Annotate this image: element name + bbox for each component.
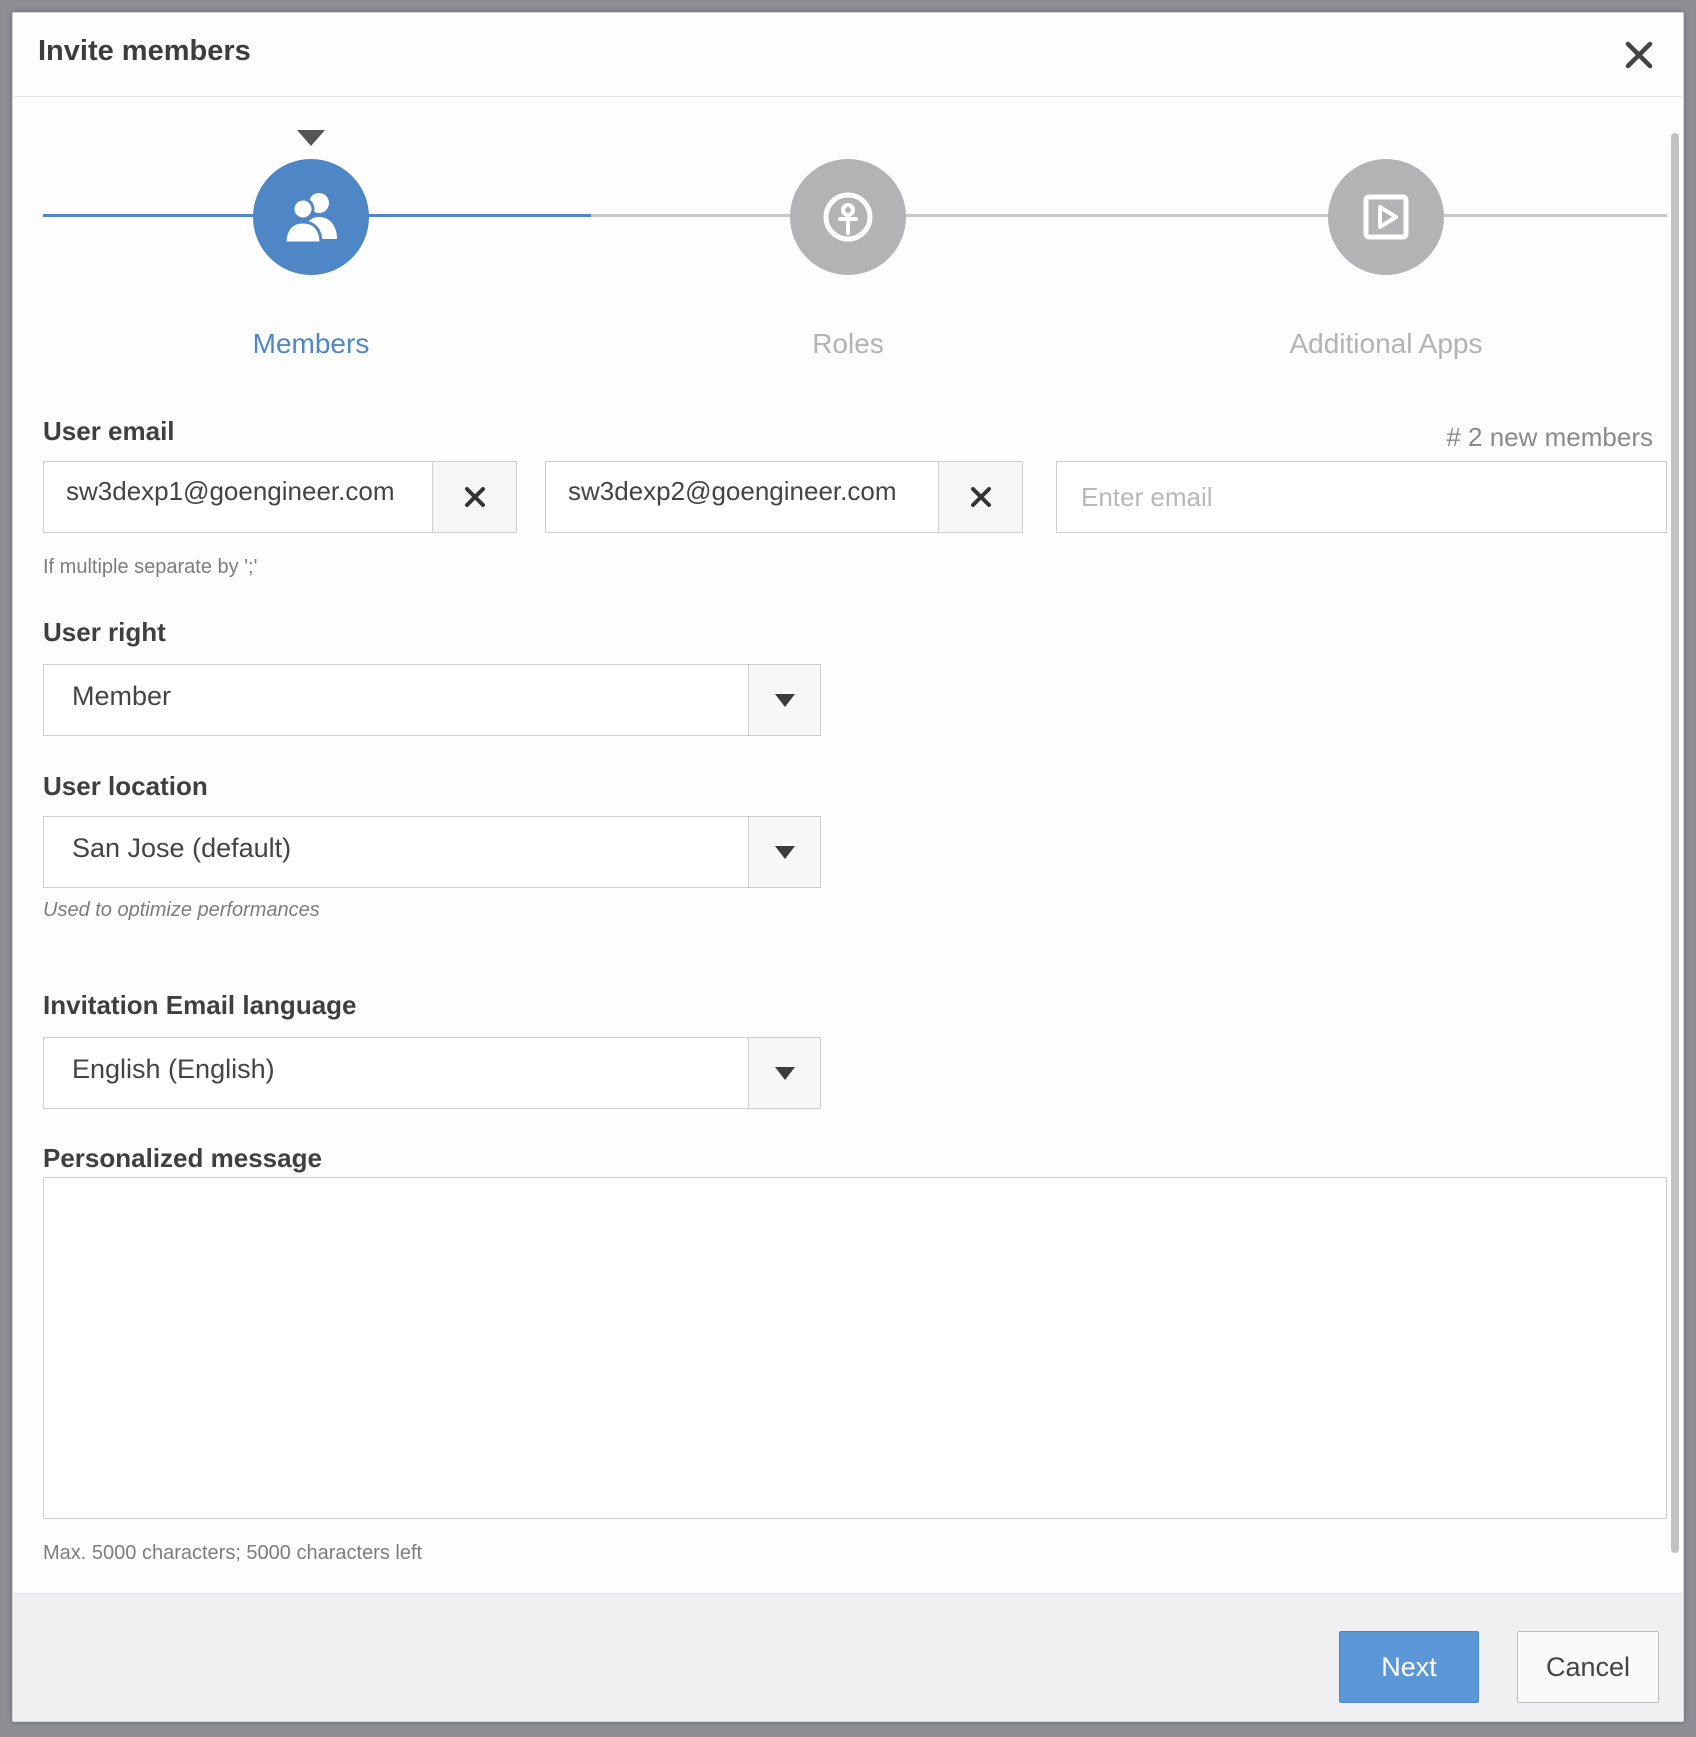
email-chip-text: sw3dexp1@goengineer.com — [66, 476, 395, 506]
user-location-value: San Jose (default) — [72, 833, 292, 863]
user-location-dropdown-toggle[interactable] — [748, 817, 820, 887]
step-label-roles: Roles — [812, 328, 884, 359]
remove-icon — [464, 487, 485, 507]
user-right-value: Member — [72, 681, 172, 711]
message-character-count: Max. 5000 characters; 5000 characters le… — [43, 1542, 423, 1564]
chevron-down-icon — [774, 845, 795, 859]
user-location-label: User location — [43, 771, 208, 801]
step-additional-apps[interactable] — [1328, 159, 1444, 275]
email-chip: sw3dexp1@goengineer.com — [43, 461, 517, 533]
remove-icon — [970, 487, 991, 507]
remove-email-button[interactable] — [938, 462, 1022, 532]
invite-members-dialog: Invite members Members Roles Additional … — [12, 12, 1684, 1722]
remove-email-button[interactable] — [432, 462, 516, 532]
user-right-select[interactable]: Member — [43, 664, 821, 736]
email-chip: sw3dexp2@goengineer.com — [545, 461, 1023, 533]
new-members-count: # 2 new members — [1446, 422, 1653, 452]
close-icon — [1625, 41, 1653, 69]
user-right-dropdown-toggle[interactable] — [748, 665, 820, 735]
user-email-label: User email — [43, 416, 175, 446]
personalized-message-label: Personalized message — [43, 1143, 322, 1173]
users-icon — [283, 193, 337, 245]
step-roles[interactable] — [790, 159, 906, 275]
user-location-select[interactable]: San Jose (default) — [43, 816, 821, 888]
scrollbar[interactable] — [1671, 133, 1679, 1553]
apps-icon — [1363, 194, 1409, 240]
cancel-button[interactable]: Cancel — [1517, 1631, 1659, 1703]
step-members[interactable] — [253, 159, 369, 275]
email-input[interactable] — [1056, 461, 1667, 533]
email-hint: If multiple separate by ';' — [43, 556, 258, 578]
role-icon — [823, 192, 873, 242]
user-location-hint: Used to optimize performances — [43, 899, 320, 921]
close-button[interactable] — [1615, 31, 1663, 79]
user-right-label: User right — [43, 617, 166, 647]
step-remaining-line — [591, 214, 1667, 217]
chevron-down-icon — [774, 1066, 795, 1080]
email-language-select[interactable]: English (English) — [43, 1037, 821, 1109]
dialog-header: Invite members — [13, 13, 1683, 97]
dialog-title: Invite members — [38, 35, 251, 67]
chevron-down-icon — [774, 693, 795, 707]
step-label-additional-apps: Additional Apps — [1289, 328, 1483, 359]
current-step-indicator — [297, 130, 325, 146]
email-language-label: Invitation Email language — [43, 990, 357, 1020]
email-language-dropdown-toggle[interactable] — [748, 1038, 820, 1108]
next-button[interactable]: Next — [1339, 1631, 1479, 1703]
personalized-message-textarea[interactable] — [43, 1177, 1667, 1519]
email-chip-text: sw3dexp2@goengineer.com — [568, 476, 897, 506]
dialog-footer: Next Cancel — [13, 1593, 1683, 1721]
email-language-value: English (English) — [72, 1054, 275, 1084]
step-label-members: Members — [252, 328, 370, 359]
